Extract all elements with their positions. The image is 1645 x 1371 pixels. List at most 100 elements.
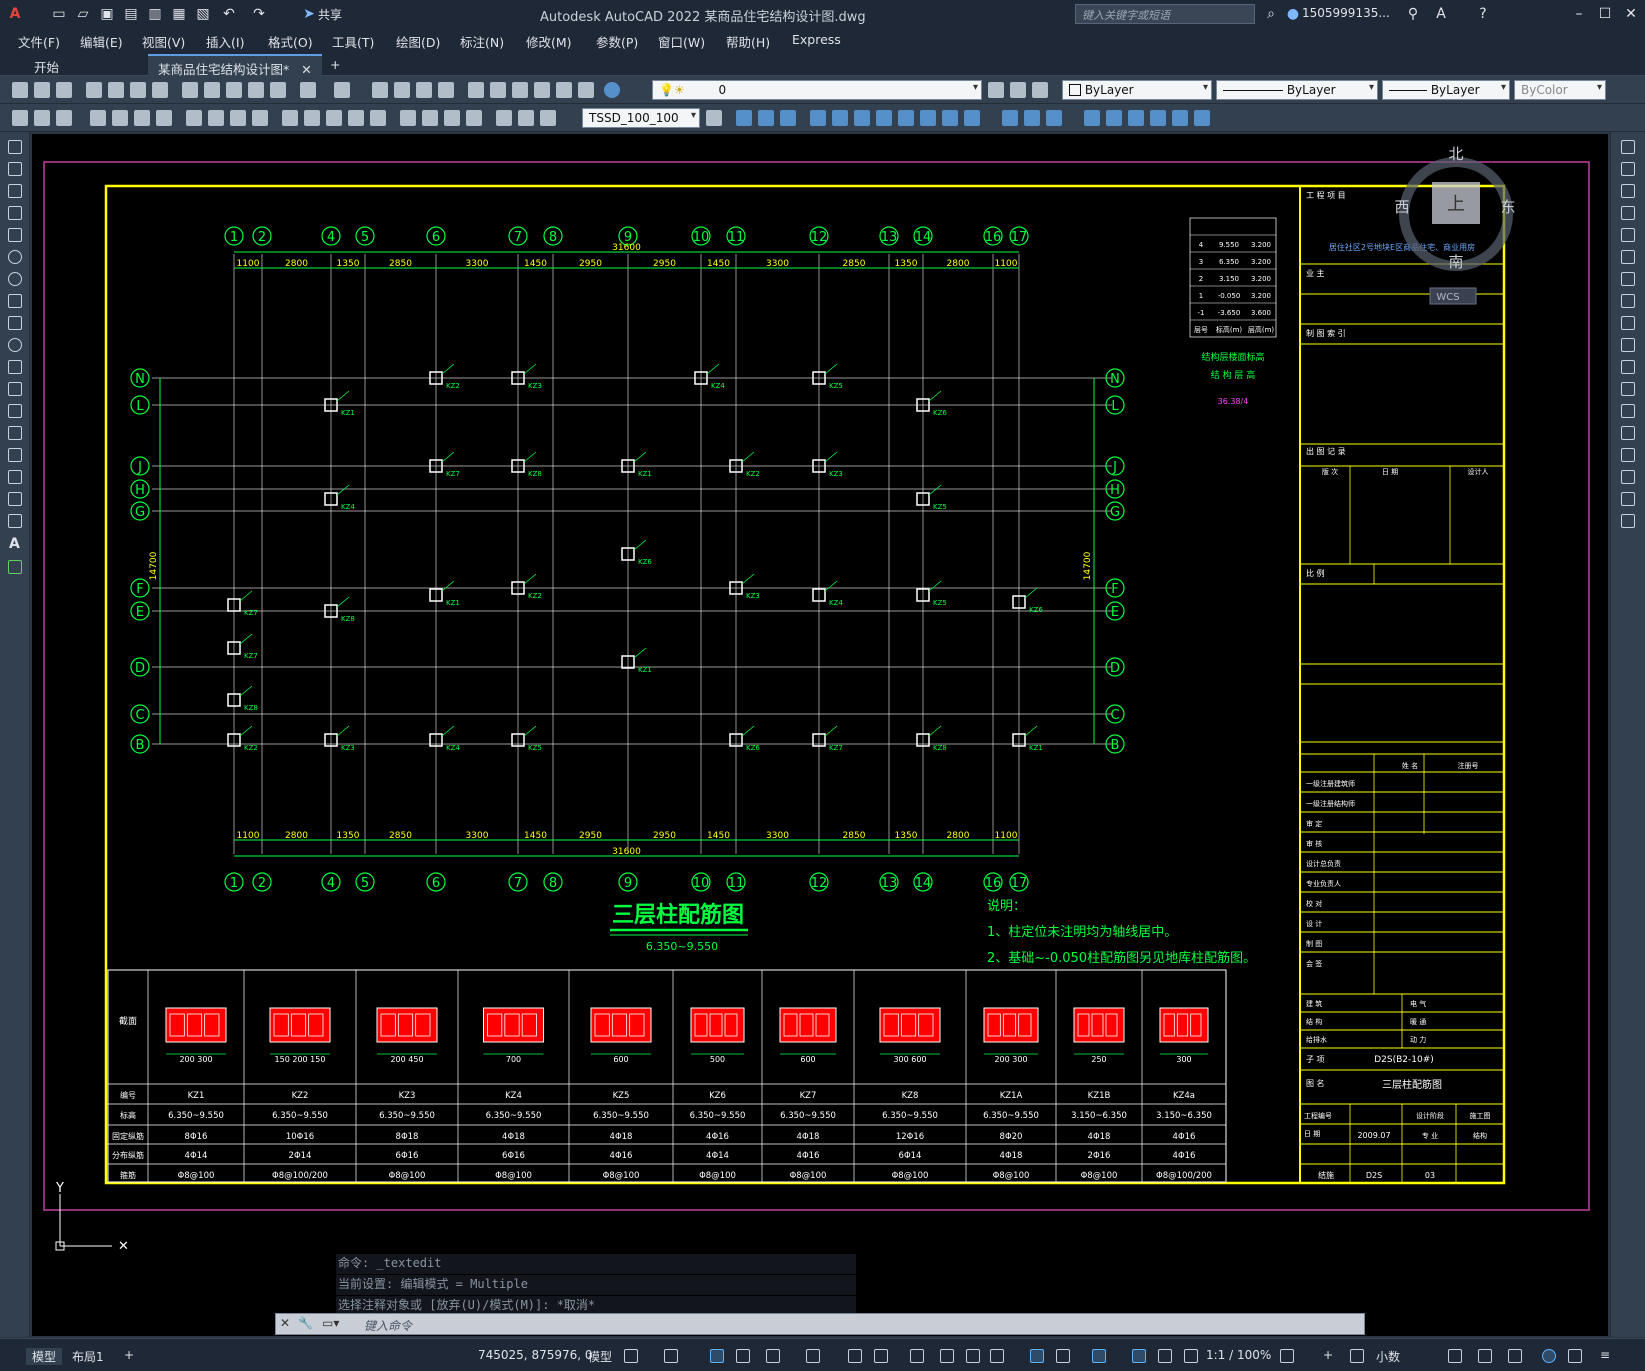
inspect-icon[interactable]: [444, 110, 460, 126]
osnap-icon[interactable]: [874, 1349, 888, 1363]
plus-icon[interactable]: +: [1323, 1348, 1333, 1362]
dim-jogged-icon[interactable]: [208, 110, 224, 126]
share-icon[interactable]: ➤: [300, 5, 318, 23]
help-toolbar-icon[interactable]: [604, 82, 620, 98]
viewcube-north[interactable]: 北: [1448, 145, 1463, 163]
extend-icon[interactable]: [942, 110, 958, 126]
command-line[interactable]: ✕ 🔧 ▭▾ 键入命令: [275, 1313, 1365, 1335]
dim-diameter-icon[interactable]: [230, 110, 246, 126]
clean-screen-icon[interactable]: [1568, 1349, 1582, 1363]
break-right-icon[interactable]: [1621, 404, 1635, 418]
infer-icon[interactable]: [710, 1349, 724, 1363]
tab-layout1[interactable]: 布局1: [72, 1348, 104, 1365]
chamfer-right-icon[interactable]: [1621, 448, 1635, 462]
publish-icon[interactable]: ▥: [146, 5, 164, 23]
fillet-right-icon[interactable]: [1621, 470, 1635, 484]
menu-item-express[interactable]: Express: [792, 32, 841, 47]
grid-icon[interactable]: [624, 1349, 638, 1363]
dim-aligned-icon[interactable]: [112, 110, 128, 126]
explode-right-icon[interactable]: [1621, 514, 1635, 528]
layer-properties-icon[interactable]: [988, 82, 1004, 98]
table-icon[interactable]: [8, 514, 22, 528]
graphics-performance-icon[interactable]: [1542, 1349, 1556, 1363]
erase-right-icon[interactable]: [1621, 140, 1635, 154]
user-icon[interactable]: ●: [1284, 5, 1302, 23]
undo-toolbar-icon[interactable]: [300, 82, 316, 98]
new-tab-icon[interactable]: +: [320, 54, 350, 76]
mtext-icon[interactable]: A: [9, 536, 20, 552]
polyline-icon[interactable]: [8, 184, 22, 198]
ortho-icon[interactable]: [736, 1349, 750, 1363]
close-icon[interactable]: ✕: [1622, 5, 1640, 23]
tssd-icon-3[interactable]: [56, 110, 72, 126]
tolerance-icon[interactable]: [400, 110, 416, 126]
explode-icon[interactable]: [1046, 110, 1062, 126]
save-as-icon[interactable]: ▤: [122, 5, 140, 23]
mirror-right-icon[interactable]: [1621, 184, 1635, 198]
ellipse-arc-icon[interactable]: [8, 360, 22, 374]
tab-active-drawing[interactable]: 某商品住宅结构设计图* ✕: [148, 54, 322, 77]
cart-icon[interactable]: ⚲: [1404, 5, 1422, 23]
3dprint-icon[interactable]: [152, 82, 168, 98]
scale-icon[interactable]: [876, 110, 892, 126]
quick-dim-icon[interactable]: [282, 110, 298, 126]
dim-linear-icon[interactable]: [90, 110, 106, 126]
dynamic-ucs-icon[interactable]: [1030, 1349, 1044, 1363]
color-dropdown[interactable]: ByLayer ▾: [1062, 80, 1212, 100]
region-icon[interactable]: [8, 492, 22, 506]
share-label[interactable]: 共享: [318, 6, 342, 23]
blend-right-icon[interactable]: [1621, 492, 1635, 506]
dim-text-edit-icon[interactable]: [518, 110, 534, 126]
block-editor-icon[interactable]: [270, 82, 286, 98]
rectangle-icon[interactable]: [8, 228, 22, 242]
copy-right-icon[interactable]: [1621, 162, 1635, 176]
dimstyle-icon[interactable]: [706, 110, 722, 126]
maximize-icon[interactable]: ☐: [1596, 5, 1614, 23]
paste-icon[interactable]: [226, 82, 242, 98]
command-close-icon[interactable]: ✕: [280, 1316, 290, 1330]
viewcube[interactable]: 上 北 南 东 西 WCS: [1394, 145, 1516, 305]
erase-icon[interactable]: [1150, 110, 1166, 126]
command-input[interactable]: 键入命令: [364, 1317, 412, 1334]
break-icon[interactable]: [964, 110, 980, 126]
jogged-linear-icon[interactable]: [466, 110, 482, 126]
sheetset-icon[interactable]: [534, 82, 550, 98]
extend-right-icon[interactable]: [1621, 360, 1635, 374]
point-icon[interactable]: [8, 426, 22, 440]
tool-palettes-icon[interactable]: [512, 82, 528, 98]
plot-toolbar-icon[interactable]: [86, 82, 102, 98]
isolate-objects-icon[interactable]: [1508, 1349, 1522, 1363]
mirror-icon[interactable]: [780, 110, 796, 126]
lengthen-icon[interactable]: [1106, 110, 1122, 126]
layer-dropdown[interactable]: 💡☀ 0 ▾: [652, 80, 982, 100]
save-toolbar-icon[interactable]: [56, 82, 72, 98]
layer-state-icon[interactable]: [1032, 82, 1048, 98]
preview-icon[interactable]: [108, 82, 124, 98]
quick-properties-icon[interactable]: [1448, 1349, 1462, 1363]
customization-menu-icon[interactable]: ≡: [1600, 1348, 1610, 1362]
linetype-dropdown[interactable]: ByLayer ▾: [1216, 80, 1378, 100]
polar-icon[interactable]: [766, 1349, 780, 1363]
user-name[interactable]: 1505999135...: [1302, 6, 1390, 20]
redo-icon[interactable]: ↷: [250, 5, 268, 23]
trim-right-icon[interactable]: [1621, 338, 1635, 352]
break-point-right-icon[interactable]: [1621, 382, 1635, 396]
open-icon[interactable]: [34, 82, 50, 98]
arc-icon[interactable]: [8, 250, 22, 264]
open-file-icon[interactable]: ▱: [74, 5, 92, 23]
snap-icon[interactable]: [664, 1349, 678, 1363]
menu-item-dimension[interactable]: 标注(N): [460, 32, 504, 51]
minimize-icon[interactable]: –: [1570, 5, 1588, 23]
offset-right-icon[interactable]: [1621, 206, 1635, 220]
search-input[interactable]: 键入关键字或短语: [1075, 4, 1255, 24]
annotation-scale-icon[interactable]: [1184, 1349, 1198, 1363]
undo-icon[interactable]: ↶: [220, 5, 238, 23]
add-layout-icon[interactable]: +: [124, 1348, 134, 1362]
qnew-icon[interactable]: [12, 82, 28, 98]
tab-start[interactable]: 开始: [24, 54, 69, 76]
menu-item-insert[interactable]: 插入(I): [206, 32, 244, 51]
menu-item-window[interactable]: 窗口(W): [658, 32, 705, 51]
new-file-icon[interactable]: ▭: [50, 5, 68, 23]
tab-close-icon[interactable]: ✕: [301, 62, 311, 77]
lock-ui-icon[interactable]: [1478, 1349, 1492, 1363]
